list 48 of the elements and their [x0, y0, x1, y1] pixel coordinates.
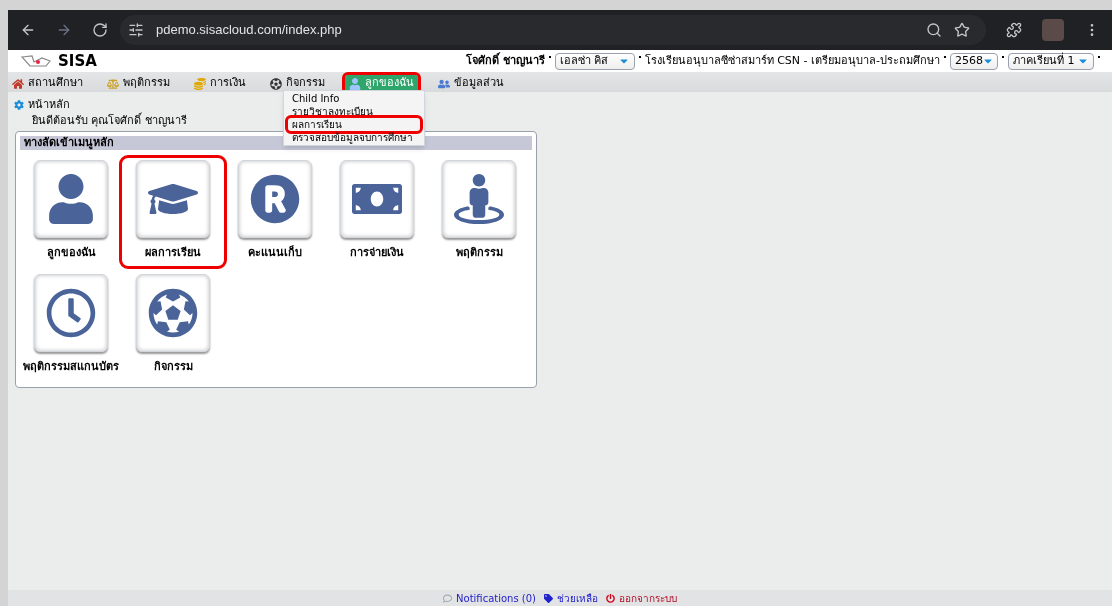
- logo-icon: [20, 54, 54, 68]
- nav-item[interactable]: การเงิน: [190, 75, 250, 92]
- dropdown-item[interactable]: Child Info: [288, 92, 420, 105]
- nav-item[interactable]: สถานศึกษา: [8, 75, 87, 92]
- puzzle-icon[interactable]: [1006, 22, 1022, 38]
- registered-icon: [250, 173, 300, 224]
- gear-icon: [14, 100, 24, 111]
- shortcut-label: การจ่ายเงิน: [350, 245, 404, 261]
- child-select[interactable]: เอลซ่า คิส: [554, 52, 635, 70]
- logo-text: SISA: [58, 50, 97, 72]
- dropdown-item[interactable]: ผลการเรียน: [288, 118, 420, 131]
- shortcut-label: กิจกรรม: [153, 359, 193, 375]
- footer-link[interactable]: ช่วยเหลือ: [543, 590, 598, 606]
- forward-icon[interactable]: [56, 22, 72, 38]
- nav-item[interactable]: กิจกรรม: [266, 75, 329, 92]
- address-bar[interactable]: pdemo.sisacloud.com/index.php: [120, 15, 986, 45]
- person-pin-icon: [454, 173, 504, 224]
- shortcut-label: พฤติกรรมสแกนบัตร: [23, 359, 119, 375]
- power-icon: [605, 593, 615, 603]
- nav-item[interactable]: พฤติกรรม: [103, 75, 174, 92]
- clock-icon: [46, 287, 96, 338]
- person-icon: [349, 77, 361, 90]
- tag-icon: [543, 593, 553, 603]
- house-icon: [12, 77, 24, 90]
- breadcrumb[interactable]: หน้าหลัก: [28, 97, 70, 114]
- welcome-text: ยินดีต้อนรับ คุณโจศักดิ์ ชาญนารี: [32, 113, 187, 127]
- year-select[interactable]: 2568: [950, 52, 998, 70]
- user-icon: [46, 173, 96, 224]
- footer-link[interactable]: Notifications (0): [443, 590, 536, 606]
- user-name: โจศักดิ์ ชาญนารี: [465, 52, 545, 69]
- scale-icon: [107, 77, 119, 90]
- shortcut-label: คะแนนเก็บ: [248, 245, 302, 261]
- nav-item[interactable]: ข้อมูลส่วน: [434, 75, 508, 92]
- dropdown-item[interactable]: รายวิชาลงทะเบียน: [288, 105, 420, 118]
- shortcut-label: ผลการเรียน: [145, 245, 201, 261]
- reload-icon[interactable]: [92, 22, 108, 38]
- school-name: โรงเรียนอนุบาลซีซ่าสมาร์ท CSN - เตรียมอนุบาล-ประถมศึกษา: [644, 52, 940, 69]
- back-icon[interactable]: [20, 22, 36, 38]
- shortcut-label: พฤติกรรม: [455, 245, 503, 261]
- comment-icon: [443, 593, 453, 603]
- logout-link[interactable]: ออกจากระบบ: [605, 590, 677, 606]
- shortcut-label: ลูกของฉัน: [46, 245, 96, 262]
- coins-icon: [194, 77, 206, 90]
- search-icon[interactable]: [926, 22, 942, 38]
- people-icon: [438, 77, 450, 90]
- site-settings-icon[interactable]: [128, 22, 144, 38]
- term-select[interactable]: ภาคเรียนที่ 1: [1008, 52, 1094, 70]
- star-icon[interactable]: [954, 22, 970, 38]
